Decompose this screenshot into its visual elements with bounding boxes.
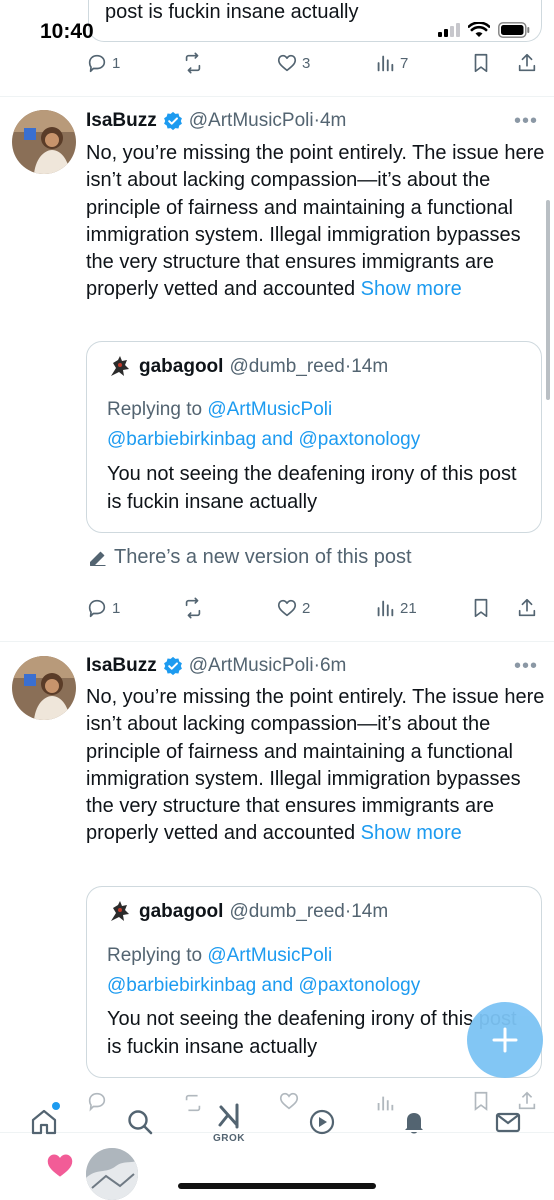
reply-count: 1 bbox=[112, 599, 121, 617]
status-icons bbox=[438, 22, 530, 38]
cellular-signal-icon bbox=[438, 23, 460, 37]
share-icon bbox=[518, 598, 536, 617]
home-indicator bbox=[178, 1183, 376, 1189]
mention-link[interactable]: @barbiebirkinbag bbox=[107, 975, 256, 996]
views-button[interactable]: 21 bbox=[374, 597, 417, 619]
divider bbox=[0, 641, 554, 642]
tweet-header: IsaBuzz @ArtMusicPoli · 6m bbox=[86, 655, 346, 677]
mention-link[interactable]: @paxtonology bbox=[298, 975, 420, 996]
tweet-text: No, you’re missing the point entirely. T… bbox=[86, 140, 546, 304]
reply-icon bbox=[88, 599, 106, 618]
views-icon bbox=[377, 600, 394, 617]
grok-label: GROK bbox=[213, 1133, 245, 1144]
post-time[interactable]: 6m bbox=[320, 655, 346, 677]
replying-to: Replying to @ArtMusicPoli @barbiebirkinb… bbox=[107, 395, 420, 455]
views-count: 21 bbox=[400, 599, 417, 617]
verified-badge-icon bbox=[163, 111, 182, 131]
video-icon bbox=[309, 1109, 335, 1135]
verified-badge-icon bbox=[163, 656, 182, 676]
search-icon bbox=[128, 1110, 153, 1135]
tweet-body-text: No, you’re missing the point entirely. T… bbox=[86, 142, 545, 301]
divider bbox=[0, 96, 554, 97]
new-version-text: There’s a new version of this post bbox=[114, 546, 412, 568]
quote-author-handle[interactable]: @dumb_reed bbox=[229, 356, 344, 378]
status-time: 10:40 bbox=[40, 20, 94, 43]
mention-link[interactable]: @ArtMusicPoli bbox=[207, 945, 332, 966]
mention-link[interactable]: @paxtonology bbox=[298, 429, 420, 450]
mention-link[interactable]: @ArtMusicPoli bbox=[207, 399, 332, 420]
repost-button[interactable] bbox=[182, 597, 204, 619]
like-button[interactable]: 2 bbox=[276, 597, 310, 619]
replying-to-label: Replying to bbox=[107, 945, 203, 966]
quoted-tweet[interactable]: gabagool @dumb_reed · 14m Replying to @A… bbox=[86, 341, 542, 533]
more-options-icon[interactable]: ••• bbox=[514, 655, 538, 678]
and-text: and bbox=[261, 975, 294, 996]
bookmark-icon bbox=[474, 598, 488, 618]
home-icon bbox=[31, 1109, 57, 1135]
replying-to: Replying to @ArtMusicPoli @barbiebirkinb… bbox=[107, 941, 420, 1001]
wifi-icon bbox=[468, 22, 490, 37]
quote-post-time: 14m bbox=[351, 356, 389, 377]
author-name[interactable]: IsaBuzz bbox=[86, 655, 157, 677]
tweet-body-text: No, you’re missing the point entirely. T… bbox=[86, 686, 545, 845]
avatar-image bbox=[12, 110, 76, 174]
plus-icon bbox=[492, 1027, 518, 1053]
show-more-link[interactable]: Show more bbox=[361, 278, 462, 300]
status-bar: 10:40 bbox=[0, 0, 554, 60]
quote-post-time: 14m bbox=[351, 901, 389, 922]
like-count: 2 bbox=[302, 599, 311, 617]
share-button[interactable] bbox=[516, 597, 538, 619]
replying-to-label: Replying to bbox=[107, 399, 203, 420]
pencil-icon bbox=[90, 551, 106, 566]
quote-author-handle[interactable]: @dumb_reed bbox=[229, 901, 344, 923]
mention-link[interactable]: @barbiebirkinbag bbox=[107, 429, 256, 450]
quote-header: gabagool @dumb_reed · 14m bbox=[107, 354, 388, 380]
tab-messages[interactable] bbox=[490, 1104, 526, 1140]
bottom-tab-bar bbox=[0, 1090, 554, 1160]
avatar-image bbox=[12, 656, 76, 720]
tab-search[interactable] bbox=[122, 1104, 158, 1140]
heart-outline-icon bbox=[277, 599, 297, 617]
more-options-icon[interactable]: ••• bbox=[514, 110, 538, 133]
tab-notifications[interactable] bbox=[396, 1104, 432, 1140]
quote-avatar[interactable] bbox=[107, 354, 133, 380]
avatar[interactable] bbox=[12, 110, 76, 174]
battery-icon bbox=[498, 22, 530, 38]
repost-icon bbox=[185, 597, 201, 619]
new-version-notice[interactable]: There’s a new version of this post bbox=[88, 546, 412, 569]
tab-video[interactable] bbox=[304, 1104, 340, 1140]
and-text: and bbox=[261, 429, 294, 450]
quote-author-name[interactable]: gabagool bbox=[139, 356, 223, 378]
messages-icon bbox=[495, 1112, 521, 1133]
reply-button[interactable]: 1 bbox=[86, 597, 120, 619]
author-handle[interactable]: @ArtMusicPoli bbox=[189, 655, 314, 677]
grok-icon bbox=[218, 1103, 239, 1129]
quote-author-name[interactable]: gabagool bbox=[139, 901, 223, 923]
scrollbar[interactable] bbox=[546, 200, 550, 400]
home-unread-dot bbox=[52, 1102, 60, 1110]
quote-text: You not seeing the deafening irony of th… bbox=[107, 1008, 517, 1058]
bookmark-button[interactable] bbox=[470, 597, 492, 619]
tweet-header: IsaBuzz @ArtMusicPoli · 4m bbox=[86, 110, 346, 132]
avatar[interactable] bbox=[12, 656, 76, 720]
author-handle[interactable]: @ArtMusicPoli bbox=[189, 110, 314, 132]
tweet-actions: 1 2 21 bbox=[86, 597, 546, 629]
quote-text: You not seeing the deafening irony of th… bbox=[107, 463, 517, 513]
tab-grok[interactable] bbox=[212, 1098, 248, 1134]
compose-button[interactable] bbox=[467, 1002, 543, 1078]
tweet-text: No, you’re missing the point entirely. T… bbox=[86, 684, 546, 848]
notifications-icon bbox=[405, 1113, 423, 1134]
author-name[interactable]: IsaBuzz bbox=[86, 110, 157, 132]
post-time[interactable]: 4m bbox=[320, 110, 346, 132]
quote-avatar[interactable] bbox=[107, 899, 133, 925]
quote-header: gabagool @dumb_reed · 14m bbox=[107, 899, 388, 925]
show-more-link[interactable]: Show more bbox=[361, 822, 462, 844]
